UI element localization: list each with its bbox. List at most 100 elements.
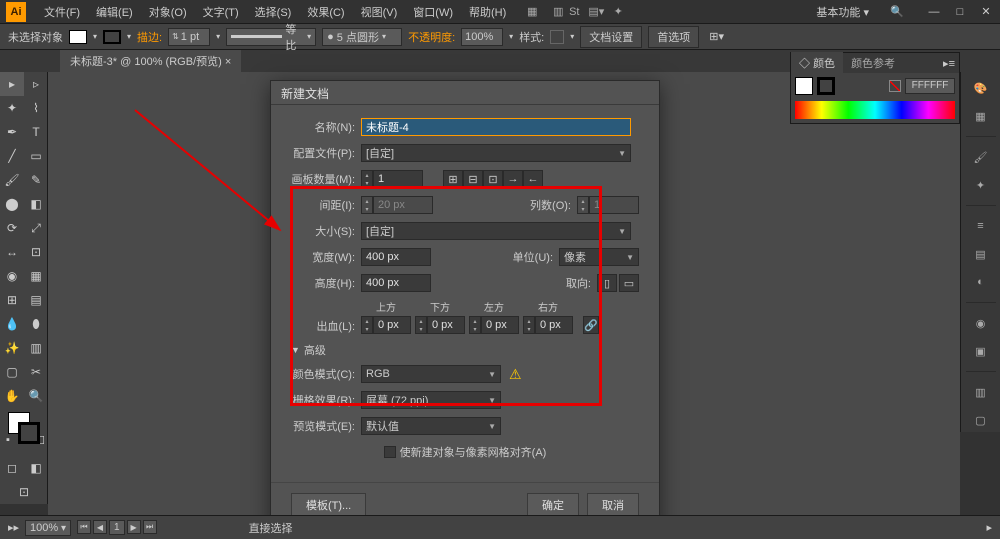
bleed-right-stepper[interactable]: ▴▾ xyxy=(523,316,535,334)
gpu-icon[interactable]: ▤▾ xyxy=(588,4,604,20)
style-swatch[interactable] xyxy=(550,30,564,44)
graph-tool[interactable]: ▥ xyxy=(24,336,48,360)
blob-brush-tool[interactable]: ⬤ xyxy=(0,192,24,216)
panel-fill-swatch[interactable] xyxy=(795,77,813,95)
rotate-tool[interactable]: ⟳ xyxy=(0,216,24,240)
name-input[interactable] xyxy=(361,118,631,136)
bleed-right-input[interactable] xyxy=(535,316,573,334)
units-select[interactable]: 像素▼ xyxy=(559,248,639,266)
layout-ltr-icon[interactable]: → xyxy=(503,170,523,188)
stroke-color-box[interactable] xyxy=(18,422,40,444)
layers-panel-icon[interactable]: ▥ xyxy=(969,380,993,404)
bleed-link-icon[interactable]: 🔗 xyxy=(583,316,599,334)
lasso-tool[interactable]: ⌇ xyxy=(24,96,48,120)
bleed-bottom-stepper[interactable]: ▴▾ xyxy=(415,316,427,334)
draw-behind[interactable]: ◧ xyxy=(24,456,48,480)
prev-artboard-button[interactable]: ◀ xyxy=(93,520,107,534)
opacity-dropdown-icon[interactable]: ▾ xyxy=(509,32,513,41)
screen-mode[interactable]: ⊡ xyxy=(0,480,48,504)
artboards-stepper[interactable]: ▴▾ xyxy=(361,170,373,188)
artboards-panel-icon[interactable]: ▢ xyxy=(969,408,993,432)
width-tool[interactable]: ↔ xyxy=(0,240,24,264)
zoom-tool[interactable]: 🔍 xyxy=(24,384,48,408)
rectangle-tool[interactable]: ▭ xyxy=(24,144,48,168)
appearance-panel-icon[interactable]: ◉ xyxy=(969,311,993,335)
panel-menu-icon[interactable]: ▸≡ xyxy=(939,57,959,70)
stock-icon[interactable]: St xyxy=(566,4,582,20)
colormode-select[interactable]: RGB▼ xyxy=(361,365,501,383)
stroke-weight-dropdown-icon[interactable]: ▾ xyxy=(216,32,220,41)
gradient-panel-icon[interactable]: ▤ xyxy=(969,242,993,266)
search-icon[interactable]: 🔍 xyxy=(889,4,905,20)
menu-file[interactable]: 文件(F) xyxy=(36,4,88,20)
menu-window[interactable]: 窗口(W) xyxy=(405,4,461,20)
align-pixel-checkbox[interactable] xyxy=(384,446,396,458)
menu-object[interactable]: 对象(O) xyxy=(141,4,195,20)
artboard-tool[interactable]: ▢ xyxy=(0,360,24,384)
window-minimize[interactable]: — xyxy=(926,4,942,20)
swatches-panel-icon[interactable]: ▦ xyxy=(969,104,993,128)
free-transform-tool[interactable]: ⊡ xyxy=(24,240,48,264)
eraser-tool[interactable]: ◧ xyxy=(24,192,48,216)
graphic-styles-panel-icon[interactable]: ▣ xyxy=(969,339,993,363)
bleed-left-input[interactable] xyxy=(481,316,519,334)
menu-effect[interactable]: 效果(C) xyxy=(299,4,352,20)
fill-dropdown-icon[interactable]: ▾ xyxy=(93,32,97,41)
brushes-panel-icon[interactable]: 🖌 xyxy=(969,145,993,169)
preferences-button[interactable]: 首选项 xyxy=(648,26,699,48)
width-input[interactable] xyxy=(361,248,431,266)
symbols-panel-icon[interactable]: ✦ xyxy=(969,173,993,197)
slice-tool[interactable]: ✂ xyxy=(24,360,48,384)
orientation-landscape[interactable]: ▭ xyxy=(619,274,639,292)
stroke-weight-input[interactable]: ⇅ 1 pt xyxy=(168,28,210,46)
stepper-icon[interactable]: ⇅ xyxy=(172,32,179,41)
fill-swatch[interactable] xyxy=(69,30,87,44)
bleed-top-input[interactable] xyxy=(373,316,411,334)
menu-edit[interactable]: 编辑(E) xyxy=(88,4,141,20)
stroke-panel-icon[interactable]: ≡ xyxy=(969,214,993,238)
layout-grid-icon[interactable]: ⊞ xyxy=(443,170,463,188)
status-menu-icon[interactable]: ▸ xyxy=(986,521,992,534)
menu-help[interactable]: 帮助(H) xyxy=(461,4,514,20)
stroke-dropdown-icon[interactable]: ▾ xyxy=(127,32,131,41)
help-icon[interactable]: ✦ xyxy=(610,4,626,20)
blend-tool[interactable]: ⬮ xyxy=(24,312,48,336)
layout-rtl-icon[interactable]: ← xyxy=(523,170,543,188)
brush-dropdown[interactable]: ●5 点圆形▾ xyxy=(322,28,402,46)
menu-type[interactable]: 文字(T) xyxy=(195,4,247,20)
mesh-tool[interactable]: ⊞ xyxy=(0,288,24,312)
menu-select[interactable]: 选择(S) xyxy=(247,4,300,20)
orientation-portrait[interactable]: ▯ xyxy=(597,274,617,292)
bleed-bottom-input[interactable] xyxy=(427,316,465,334)
stroke-swatch[interactable] xyxy=(103,30,121,44)
align-icon[interactable]: ⊞▾ xyxy=(709,30,724,43)
hand-tool[interactable]: ✋ xyxy=(0,384,24,408)
fill-stroke-control[interactable] xyxy=(0,408,48,448)
bridge-icon[interactable]: ▦ xyxy=(524,4,540,20)
style-dropdown-icon[interactable]: ▾ xyxy=(570,32,574,41)
symbol-sprayer-tool[interactable]: ✨ xyxy=(0,336,24,360)
window-maximize[interactable]: □ xyxy=(952,4,968,20)
draw-normal[interactable]: ◻ xyxy=(0,456,24,480)
panel-stroke-swatch[interactable] xyxy=(817,77,835,95)
type-tool[interactable]: T xyxy=(24,120,48,144)
hex-input[interactable]: FFFFFF xyxy=(905,78,955,94)
color-spectrum[interactable] xyxy=(795,101,955,119)
size-select[interactable]: [自定]▼ xyxy=(361,222,631,240)
last-artboard-button[interactable]: ⏭ xyxy=(143,520,157,534)
expand-icon[interactable]: ▸▸ xyxy=(8,521,19,534)
raster-select[interactable]: 屏幕 (72 ppi)▼ xyxy=(361,391,501,409)
window-close[interactable]: ✕ xyxy=(978,4,994,20)
menu-view[interactable]: 视图(V) xyxy=(353,4,406,20)
shape-builder-tool[interactable]: ◉ xyxy=(0,264,24,288)
layout-col-icon[interactable]: ⊡ xyxy=(483,170,503,188)
pencil-tool[interactable]: ✎ xyxy=(24,168,48,192)
direct-selection-tool[interactable]: ▹ xyxy=(24,72,48,96)
cancel-button[interactable]: 取消 xyxy=(587,493,639,517)
artboard-number[interactable]: 1 xyxy=(109,520,125,535)
ok-button[interactable]: 确定 xyxy=(527,493,579,517)
bleed-top-stepper[interactable]: ▴▾ xyxy=(361,316,373,334)
document-setup-button[interactable]: 文档设置 xyxy=(580,26,642,48)
templates-button[interactable]: 模板(T)... xyxy=(291,493,366,517)
height-input[interactable] xyxy=(361,274,431,292)
